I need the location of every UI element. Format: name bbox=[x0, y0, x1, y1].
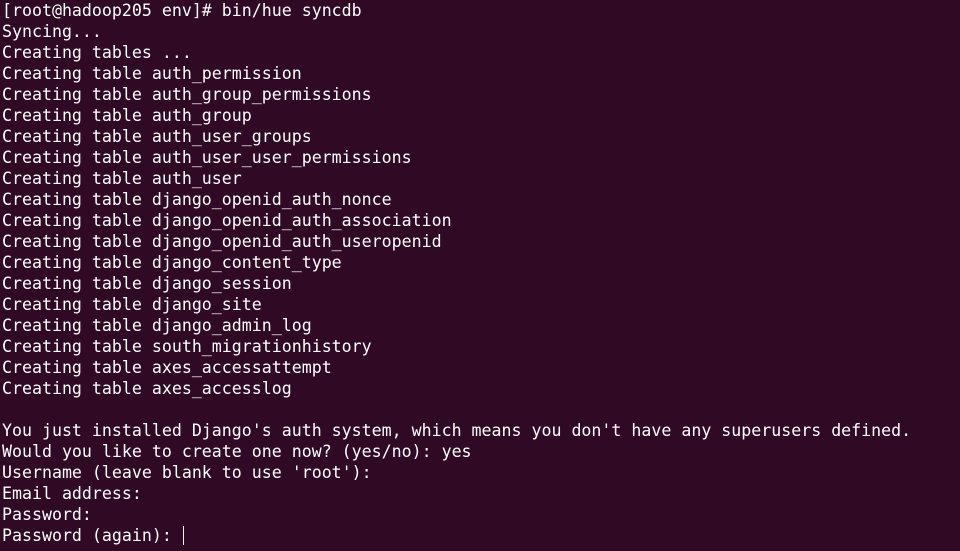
output-line: Creating table django_content_type bbox=[2, 253, 342, 272]
output-line: Creating table django_admin_log bbox=[2, 316, 312, 335]
output-line: You just installed Django's auth system,… bbox=[2, 421, 912, 440]
output-line: Creating table auth_user_groups bbox=[2, 127, 312, 146]
output-line: Creating table south_migrationhistory bbox=[2, 337, 372, 356]
password-again-prompt: Password (again): bbox=[2, 526, 182, 545]
output-line: Creating table django_openid_auth_associ… bbox=[2, 211, 452, 230]
output-line: Creating table django_site bbox=[2, 295, 262, 314]
terminal-window[interactable]: [root@hadoop205 env]# bin/hue syncdb Syn… bbox=[0, 0, 960, 551]
output-line: Creating table django_openid_auth_nonce bbox=[2, 190, 392, 209]
output-line: Creating table auth_user bbox=[2, 169, 242, 188]
output-line: Creating table auth_group_permissions bbox=[2, 85, 372, 104]
output-line: Creating table auth_permission bbox=[2, 64, 302, 83]
output-line: Creating table django_session bbox=[2, 274, 292, 293]
output-line: Creating table auth_user_user_permission… bbox=[2, 148, 412, 167]
output-line: Creating table auth_group bbox=[2, 106, 252, 125]
output-line: Password: bbox=[2, 505, 92, 524]
output-line: Email address: bbox=[2, 484, 142, 503]
output-line: Creating table django_openid_auth_userop… bbox=[2, 232, 442, 251]
output-line: Creating table axes_accessattempt bbox=[2, 358, 332, 377]
input-line[interactable]: Password (again): bbox=[2, 525, 960, 546]
output-line: Would you like to create one now? (yes/n… bbox=[2, 442, 472, 461]
text-cursor bbox=[182, 526, 184, 545]
output-line: Creating table axes_accesslog bbox=[2, 379, 292, 398]
command-line: [root@hadoop205 env]# bin/hue syncdb bbox=[2, 1, 362, 20]
output-line: Creating tables ... bbox=[2, 43, 192, 62]
output-line: Username (leave blank to use 'root'): bbox=[2, 463, 372, 482]
output-line: Syncing... bbox=[2, 22, 102, 41]
